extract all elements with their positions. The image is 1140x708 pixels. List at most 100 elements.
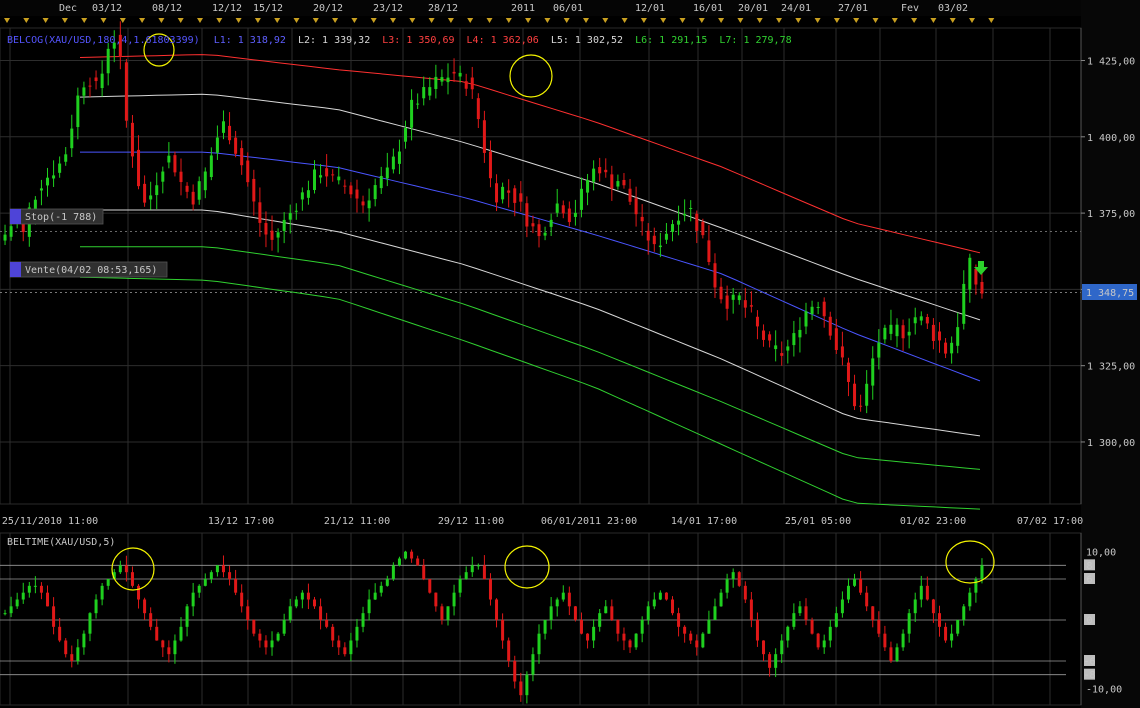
candle-body (270, 230, 274, 240)
candle-body (306, 190, 310, 198)
candle-body (707, 240, 711, 263)
beltime-bar (810, 620, 814, 634)
time-axis-label: 25/01 05:00 (785, 516, 851, 527)
beltime-bar (610, 606, 614, 620)
candle-body (586, 180, 590, 193)
candle-body (604, 169, 608, 173)
level-tag-label: 8 (1086, 561, 1092, 572)
candle-body (616, 181, 620, 187)
beltime-bar (755, 620, 759, 641)
candle-body (155, 185, 159, 196)
beltime-bar (652, 599, 656, 607)
beltime-bar (3, 613, 7, 615)
candle-body (537, 224, 541, 237)
beltime-bar (106, 579, 110, 586)
candle-body (234, 137, 238, 154)
beltime-bar (579, 620, 583, 634)
candle-body (622, 179, 626, 186)
candle-body (367, 200, 371, 209)
top-axis-label: 06/01 (553, 3, 583, 14)
beltime-bar (422, 565, 426, 579)
candle-body (416, 103, 420, 105)
candle-body (683, 214, 687, 216)
candle-body (319, 175, 323, 178)
beltime-bar (209, 572, 213, 579)
beltime-bar (683, 626, 687, 634)
beltime-bar (88, 613, 92, 634)
candle-body (865, 383, 869, 406)
candle-body (137, 149, 141, 187)
candle-body (64, 154, 68, 162)
beltime-bar (124, 565, 128, 573)
chart-canvas[interactable]: BELCOG(XAU/USD,180,4,1.61803399) L1: 1 3… (0, 0, 1140, 708)
candle-body (774, 345, 778, 350)
beltime-bar (349, 640, 353, 655)
top-axis-label: Fev (901, 3, 919, 14)
top-axis-label: Dec (59, 3, 77, 14)
candle-body (428, 87, 432, 96)
beltime-bar (252, 620, 256, 634)
beltime-bar (950, 633, 954, 641)
top-axis-label: 24/01 (781, 3, 811, 14)
candle-body (749, 305, 753, 307)
level-tag-label: 6 (1086, 575, 1092, 586)
beltime-title: BELTIME(XAU/USD,5) (7, 537, 115, 548)
candle-body (470, 77, 474, 90)
beltime-bar (391, 565, 395, 579)
price-tick-label: 1 300,00 (1087, 438, 1135, 449)
beltime-bar (294, 599, 298, 607)
beltime-bar (46, 592, 50, 607)
candle-body (161, 171, 165, 182)
beltime-bar (743, 585, 747, 600)
beltime-bar (161, 640, 165, 648)
candle-body (579, 188, 583, 210)
beltime-bar (871, 606, 875, 620)
time-axis-label: 25/11/2010 11:00 (2, 516, 98, 527)
level-label-7: L7: 1 279,78 (719, 35, 791, 46)
candle-body (404, 128, 408, 142)
beltime-bar (306, 592, 310, 600)
candle-body (300, 192, 304, 200)
candle-body (100, 73, 104, 89)
candle-body (822, 301, 826, 317)
indicator-label: BELCOG(XAU/USD,180,4,1.61803399) (7, 35, 200, 46)
level-tag-label: -8 (1083, 670, 1095, 681)
candle-body (877, 342, 881, 358)
beltime-bar (464, 572, 468, 579)
candle-body (713, 263, 717, 288)
beltime-bar (944, 626, 948, 641)
candle-body (786, 346, 790, 351)
beltime-bar (234, 579, 238, 593)
level-label-6: L6: 1 291,15 (635, 35, 707, 46)
stop-order-tag[interactable]: Stop(-1 788) (9, 208, 104, 225)
candle-body (925, 317, 929, 324)
beltime-bar (203, 579, 207, 586)
candle-body (76, 95, 80, 128)
beltime-bar (616, 620, 620, 634)
candle-body (592, 168, 596, 182)
beltime-bar (828, 626, 832, 641)
beltime-bar (434, 592, 438, 607)
sell-order-label: Vente(04/02 08:53,165) (25, 265, 157, 276)
beltime-bar (331, 626, 335, 641)
candle-body (859, 405, 863, 407)
candle-body (385, 167, 389, 179)
beltime-bar (64, 640, 68, 655)
beltime-bar (555, 599, 559, 607)
candle-body (9, 226, 13, 237)
beltime-bar (762, 640, 766, 655)
candle-body (895, 324, 899, 337)
beltime-bar (774, 654, 778, 668)
beltime-bar (185, 606, 189, 627)
top-axis-label: 20/01 (738, 3, 768, 14)
last-price-value: 1 348,75 (1086, 288, 1134, 299)
beltime-bar (215, 565, 219, 573)
beltime-bar (519, 681, 523, 696)
candle-body (124, 62, 128, 121)
candle-body (731, 294, 735, 300)
candle-body (446, 77, 450, 83)
candle-body (889, 324, 893, 334)
beltime-bar (137, 585, 141, 600)
candle-body (695, 213, 699, 231)
sell-order-tag[interactable]: Vente(04/02 08:53,165) (9, 261, 168, 278)
